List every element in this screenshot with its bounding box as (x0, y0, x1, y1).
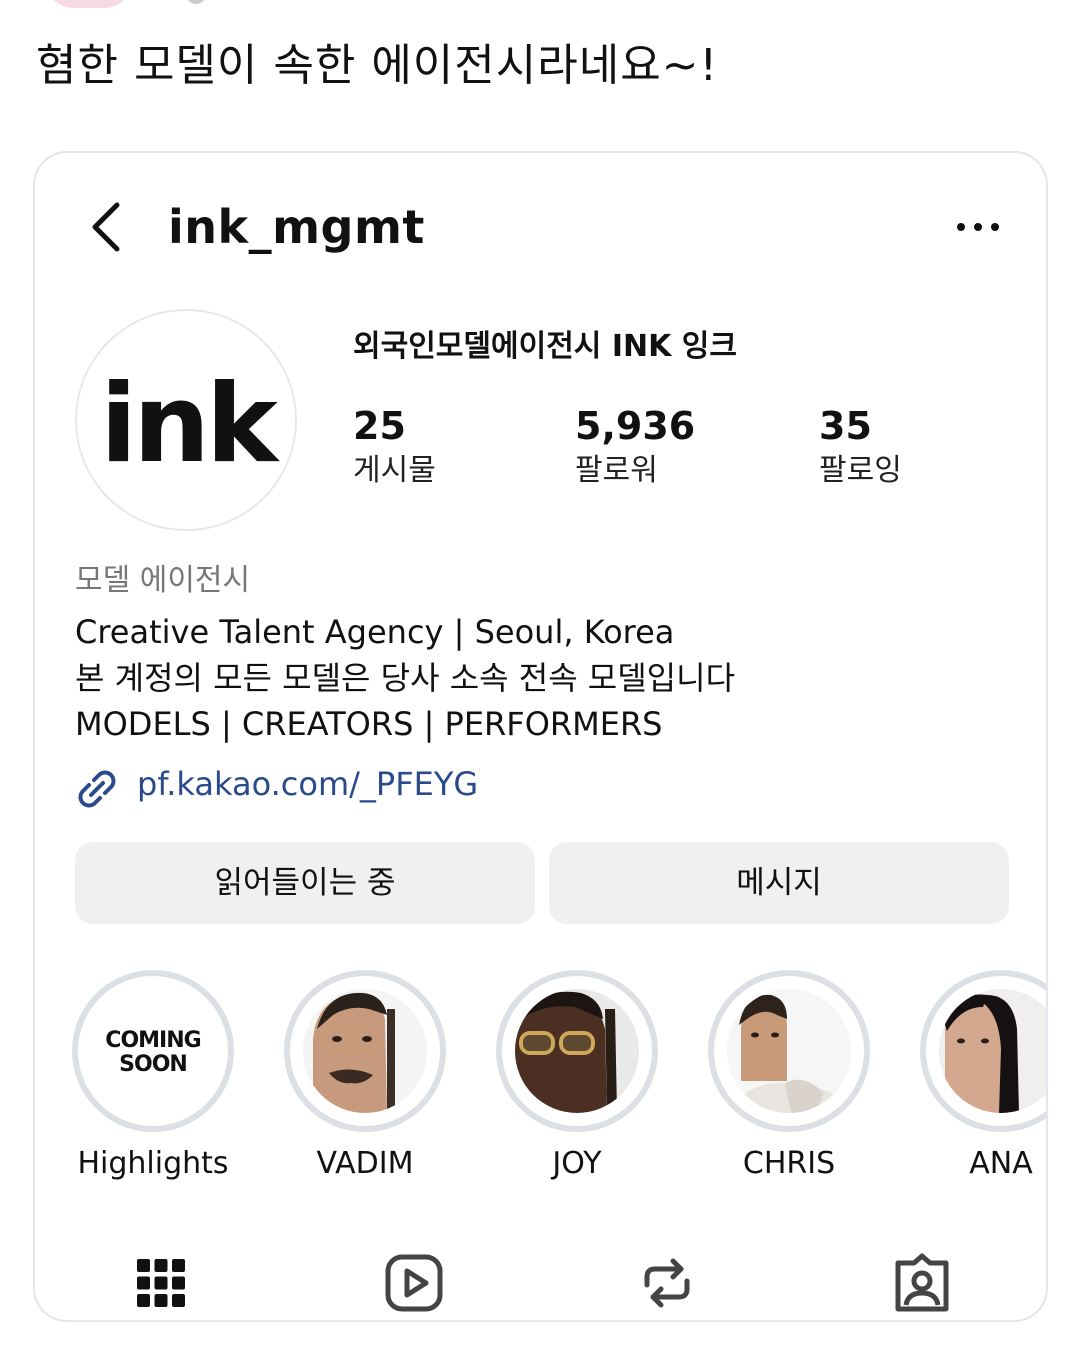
reposts-icon[interactable] (635, 1251, 699, 1315)
highlight-label: JOY (552, 1146, 602, 1181)
grid-icon[interactable] (129, 1251, 193, 1315)
highlight-ring (284, 970, 446, 1132)
bio-line: 본 계정의 모든 모델은 당사 소속 전속 모델입니다 (75, 659, 736, 697)
highlight-ring (496, 970, 658, 1132)
portrait-image (515, 989, 639, 1113)
highlight-cover-photo (515, 989, 639, 1113)
stat-followers-label: 팔로워 (575, 453, 658, 488)
tagged-icon[interactable] (890, 1251, 954, 1315)
link-icon (78, 770, 116, 808)
highlight-ring: COMING SOON (72, 970, 234, 1132)
highlight-cover-photo (727, 989, 851, 1113)
instagram-profile-screenshot: ink_mgmt ink 외국인모델에이전시 INK 잉크 25 게시물 5,9… (33, 151, 1048, 1322)
svg-text:ink: ink (100, 362, 280, 487)
highlight-label: CHRIS (742, 1146, 836, 1181)
bio-line: MODELS | CREATORS | PERFORMERS (75, 705, 663, 743)
message-button[interactable]: 메시지 (549, 842, 1009, 924)
stat-posts-label: 게시물 (353, 453, 436, 488)
stat-following-label: 팔로잉 (819, 453, 902, 488)
portrait-image (727, 989, 851, 1113)
stat-following-count: 35 (819, 404, 872, 448)
portrait-image (303, 989, 427, 1113)
profile-avatar[interactable]: ink (75, 309, 297, 531)
profile-link-text[interactable]: pf.kakao.com/_PFEYG (137, 761, 478, 807)
profile-category: 모델 에이전시 (75, 563, 251, 598)
coming-soon-cover-text: COMING SOON (105, 1028, 201, 1077)
profile-username: ink_mgmt (168, 200, 425, 254)
highlight-ring (920, 970, 1046, 1132)
back-icon[interactable] (87, 197, 127, 257)
portrait-image (939, 989, 1046, 1113)
highlight-label: Highlights (77, 1146, 229, 1181)
more-options-icon[interactable] (953, 209, 1003, 243)
tweet-avatar[interactable] (44, 0, 134, 8)
highlight-cover-photo (939, 989, 1046, 1113)
highlight-cover-photo (303, 989, 427, 1113)
highlight-label: VADIM (316, 1146, 414, 1181)
stat-followers-count: 5,936 (575, 404, 696, 448)
stat-followers[interactable]: 5,936 팔로워 (575, 401, 695, 491)
stat-following[interactable]: 35 팔로잉 (819, 401, 902, 491)
tweet-author-badge (186, 0, 206, 4)
stat-posts[interactable]: 25 게시물 (353, 401, 436, 491)
highlight-ring (708, 970, 870, 1132)
profile-display-name: 외국인모델에이전시 INK 잉크 (353, 329, 738, 364)
highlight-cover: COMING SOON (91, 989, 215, 1113)
stat-posts-count: 25 (353, 404, 406, 448)
bio-line: Creative Talent Agency | Seoul, Korea (75, 613, 675, 651)
ink-logo: ink (100, 362, 284, 487)
tweet-text: 혐한 모델이 속한 에이전시라네요~! (36, 40, 719, 91)
follow-loading-button[interactable]: 읽어들이는 중 (75, 842, 535, 924)
highlight-label: ANA (969, 1146, 1033, 1181)
reels-icon[interactable] (382, 1251, 446, 1315)
